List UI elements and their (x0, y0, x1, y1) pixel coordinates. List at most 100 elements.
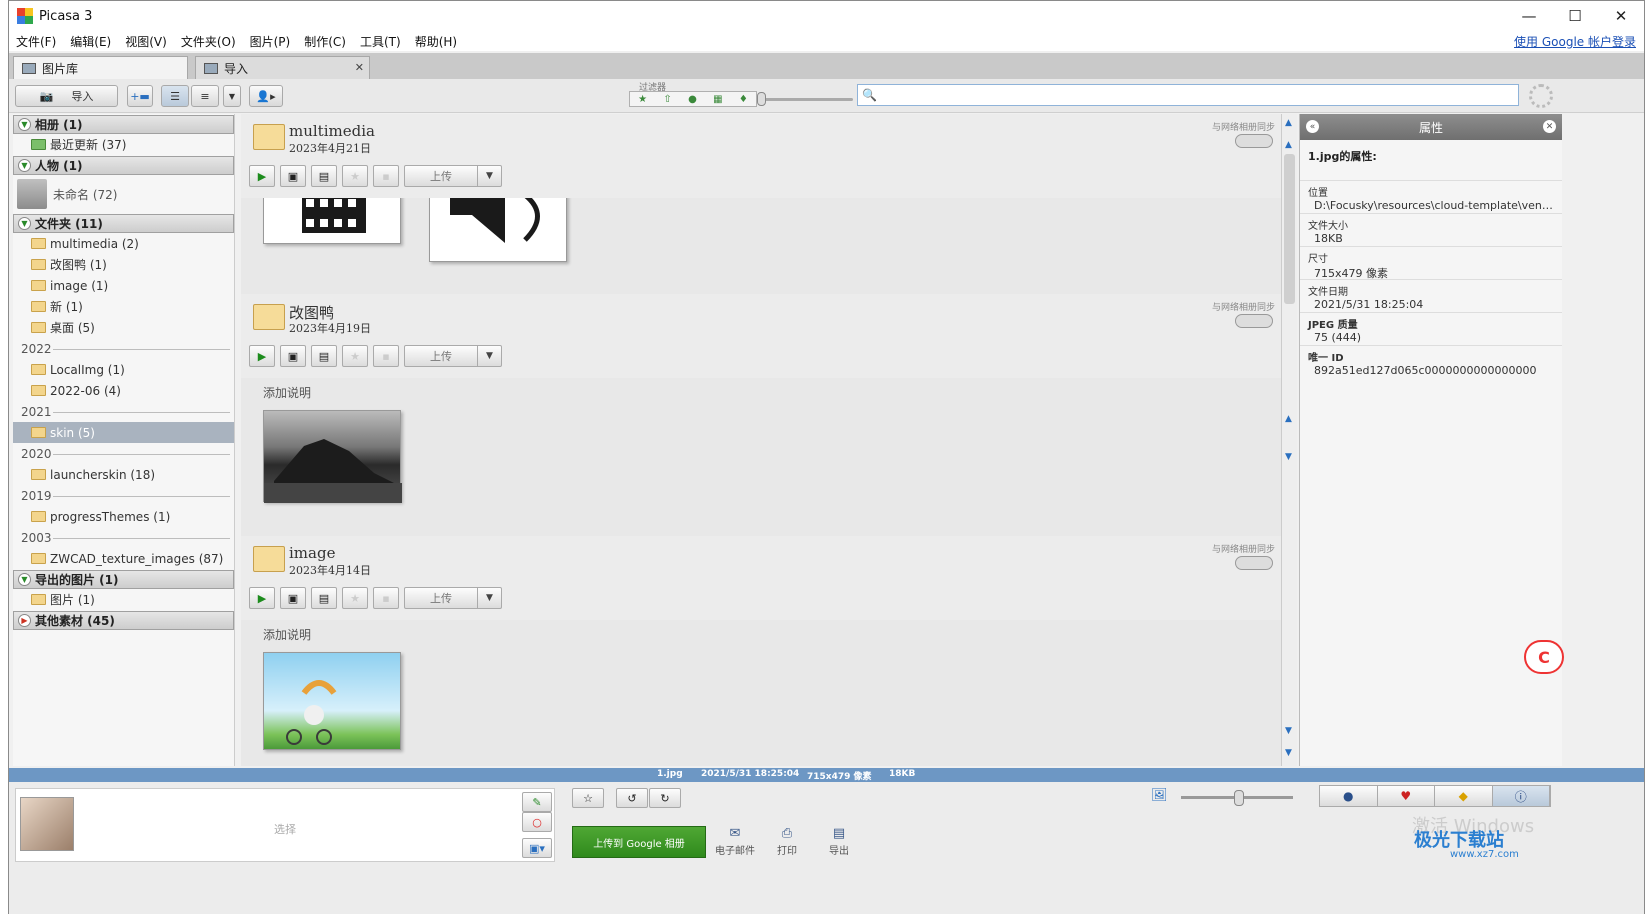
star-icon[interactable]: ☆ (572, 788, 604, 808)
grid-scrollbar[interactable]: ▲ ▲ ▲ ▼ ▼ ▼ (1281, 114, 1297, 766)
floating-widget-icon[interactable]: C (1524, 640, 1564, 674)
sync-toggle[interactable] (1235, 134, 1273, 148)
upload-dropdown[interactable]: 上传 ▼ (404, 587, 502, 609)
face-filter-icon[interactable]: ● (688, 94, 697, 105)
person-unnamed[interactable]: 未命名 (72) (13, 175, 234, 213)
star-button[interactable]: ★ (342, 587, 368, 609)
video-thumbnail[interactable] (263, 194, 401, 244)
folder-item[interactable]: 图片 (1) (13, 589, 234, 610)
save-button[interactable]: ▪ (373, 587, 399, 609)
thumbnail-size-knob[interactable] (1234, 790, 1244, 806)
movie-button[interactable]: ▤ (311, 587, 337, 609)
upload-dropdown[interactable]: 上传 ▼ (404, 165, 502, 187)
rotate-left-icon[interactable]: ↺ (616, 788, 648, 808)
folder-item[interactable]: ZWCAD_texture_images (87) (13, 548, 234, 569)
section-other[interactable]: ▶ 其他素材 (45) (13, 611, 234, 630)
menu-folder[interactable]: 文件夹(O) (174, 33, 243, 50)
scroll-down-icon[interactable]: ▼ (1285, 452, 1292, 462)
tree-view-button[interactable]: ≡ (191, 85, 219, 107)
add-caption[interactable]: 添加说明 (263, 626, 311, 643)
close-button[interactable]: ✕ (1598, 1, 1644, 31)
people-panel-icon[interactable]: ● (1320, 786, 1378, 806)
movie-button[interactable]: ▤ (311, 165, 337, 187)
minimize-button[interactable]: — (1506, 1, 1552, 31)
scroll-page-down-icon[interactable]: ▼ (1285, 726, 1292, 736)
sync-toggle[interactable] (1235, 314, 1273, 328)
view-dropdown-button[interactable]: ▼ (223, 85, 241, 107)
collage-button[interactable]: ▣ (280, 587, 306, 609)
email-button[interactable]: ✉ 电子邮件 (713, 826, 757, 857)
collage-button[interactable]: ▣ (280, 165, 306, 187)
add-caption[interactable]: 添加说明 (263, 384, 311, 401)
scroll-up-icon[interactable]: ▲ (1285, 118, 1292, 128)
album-add-icon[interactable]: ▣▾ (522, 838, 552, 858)
scroll-thumb[interactable] (1284, 154, 1295, 304)
upload-google-button[interactable]: 上传到 Google 相册 (572, 826, 706, 858)
star-button[interactable]: ★ (342, 345, 368, 367)
menu-edit[interactable]: 编辑(E) (63, 33, 118, 50)
search-box[interactable]: 🔍 (857, 84, 1519, 106)
play-slideshow-button[interactable]: ▶ (249, 587, 275, 609)
close-panel-icon[interactable]: ✕ (1543, 120, 1556, 133)
play-slideshow-button[interactable]: ▶ (249, 165, 275, 187)
scroll-up-icon[interactable]: ▲ (1285, 414, 1292, 424)
folder-item[interactable]: 新 (1) (13, 296, 234, 317)
export-button[interactable]: ▤ 导出 (817, 826, 861, 857)
folder-item[interactable]: 桌面 (5) (13, 317, 234, 338)
tab-library[interactable]: 图片库 (13, 56, 188, 79)
folder-item[interactable]: multimedia (2) (13, 233, 234, 254)
folder-item[interactable]: 2022-06 (4) (13, 380, 234, 401)
upload-filter-icon[interactable]: ⇧ (663, 94, 671, 105)
photo-thumbnail[interactable] (263, 410, 402, 503)
section-albums[interactable]: ▼ 相册 (1) (13, 115, 234, 134)
search-input[interactable] (880, 86, 1518, 104)
google-login-link[interactable]: 使用 Google 帐户登录 (1514, 33, 1636, 50)
tray-thumbnail[interactable] (20, 797, 74, 851)
audio-thumbnail[interactable] (429, 193, 567, 262)
section-folders[interactable]: ▼ 文件夹 (11) (13, 214, 234, 233)
video-filter-icon[interactable]: ▦ (713, 94, 722, 105)
album-recent[interactable]: 最近更新 (37) (13, 134, 234, 155)
star-button[interactable]: ★ (342, 165, 368, 187)
info-panel-icon[interactable]: ⓘ (1492, 786, 1550, 806)
photo-thumbnail[interactable] (263, 652, 401, 750)
menu-help[interactable]: 帮助(H) (408, 33, 464, 50)
section-exported[interactable]: ▼ 导出的图片 (1) (13, 570, 234, 589)
folder-item[interactable]: 改图鸭 (1) (13, 254, 234, 275)
folder-item[interactable]: LocalImg (1) (13, 359, 234, 380)
hold-pin-icon[interactable]: ✎ (522, 792, 552, 812)
close-tab-icon[interactable]: ✕ (355, 61, 364, 74)
print-button[interactable]: ⎙ 打印 (765, 826, 809, 857)
rotate-right-icon[interactable]: ↻ (649, 788, 681, 808)
add-album-button[interactable]: +▬ (127, 85, 153, 107)
menu-tools[interactable]: 工具(T) (353, 33, 408, 50)
section-people[interactable]: ▼ 人物 (1) (13, 156, 234, 175)
import-button[interactable]: 📷 导入 (15, 85, 118, 107)
play-slideshow-button[interactable]: ▶ (249, 345, 275, 367)
scroll-down-icon[interactable]: ▼ (1285, 748, 1292, 758)
list-view-button[interactable]: ☰ (161, 85, 189, 107)
collapse-panel-icon[interactable]: « (1306, 120, 1319, 133)
menu-file[interactable]: 文件(F) (9, 33, 63, 50)
save-button[interactable]: ▪ (373, 345, 399, 367)
maximize-button[interactable]: ☐ (1552, 1, 1598, 31)
collage-button[interactable]: ▣ (280, 345, 306, 367)
save-button[interactable]: ▪ (373, 165, 399, 187)
upload-dropdown[interactable]: 上传 ▼ (404, 345, 502, 367)
tab-import[interactable]: 导入 ✕ (195, 56, 370, 79)
menu-view[interactable]: 视图(V) (118, 33, 174, 50)
movie-button[interactable]: ▤ (311, 345, 337, 367)
menu-picture[interactable]: 图片(P) (243, 33, 298, 50)
folder-item[interactable]: progressThemes (1) (13, 506, 234, 527)
scroll-page-up-icon[interactable]: ▲ (1285, 140, 1292, 150)
menu-create[interactable]: 制作(C) (297, 33, 353, 50)
clear-tray-icon[interactable]: ○ (522, 812, 552, 832)
date-filter-knob[interactable] (757, 92, 766, 106)
folder-item-selected[interactable]: skin (5) (13, 422, 234, 443)
tags-panel-icon[interactable]: ◆ (1435, 786, 1493, 806)
geo-filter-icon[interactable]: ♦ (739, 94, 748, 105)
date-filter-slider[interactable] (763, 98, 853, 101)
people-button[interactable]: 👤▸ (249, 85, 283, 107)
folder-item[interactable]: launcherskin (18) (13, 464, 234, 485)
places-panel-icon[interactable]: ♥ (1377, 786, 1435, 806)
